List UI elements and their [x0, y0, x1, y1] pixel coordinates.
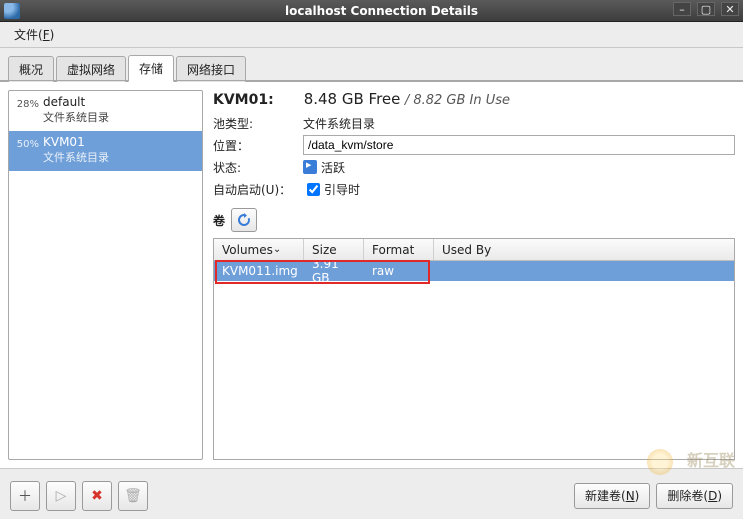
close-button[interactable]: ✕ — [721, 2, 739, 16]
new-volume-button[interactable]: 新建卷(N) — [574, 483, 650, 509]
col-size[interactable]: Size — [304, 239, 364, 260]
pool-list[interactable]: 28% default 文件系统目录 50% KVM01 文件系统目录 — [8, 90, 203, 460]
delete-pool-button[interactable]: 🗑 — [118, 481, 148, 511]
tab-netif[interactable]: 网络接口 — [176, 56, 246, 82]
row-state: 状态: 活跃 — [213, 156, 735, 178]
pool-type: 文件系统目录 — [43, 109, 109, 125]
pool-type: 文件系统目录 — [43, 149, 109, 165]
volume-table: Volumes Size Format Used By KVM011.img 3… — [213, 238, 735, 460]
tabbar: 概况 虚拟网络 存储 网络接口 — [0, 48, 743, 82]
label-autostart: 自动启动(U)： — [213, 181, 303, 198]
tab-vnet-label: 虚拟网络 — [67, 63, 115, 77]
row-location: 位置： — [213, 134, 735, 156]
detail-header: KVM01: 8.48 GB Free / 8.82 GB In Use — [213, 90, 735, 108]
refresh-icon — [236, 212, 252, 228]
pool-item-default[interactable]: 28% default 文件系统目录 — [9, 91, 202, 131]
bottom-right: 新建卷(N) 删除卷(D) — [574, 483, 733, 509]
menubar: 文件(F) — [0, 22, 743, 48]
tab-vnet[interactable]: 虚拟网络 — [56, 56, 126, 82]
label-type: 池类型: — [213, 115, 303, 132]
tab-netif-label: 网络接口 — [187, 63, 235, 77]
tab-storage[interactable]: 存储 — [128, 55, 174, 82]
refresh-button[interactable] — [231, 208, 257, 232]
row-autostart: 自动启动(U)： 引导时 — [213, 178, 735, 200]
app-icon — [4, 3, 20, 19]
input-location[interactable] — [303, 135, 735, 155]
pool-names: default 文件系统目录 — [43, 95, 109, 125]
value-state: 活跃 — [321, 159, 345, 176]
menu-file[interactable]: 文件(F) — [8, 23, 60, 46]
add-pool-button[interactable]: ＋ — [10, 481, 40, 511]
titlebar: localhost Connection Details – ▢ ✕ — [0, 0, 743, 22]
menu-file-mn: F — [43, 28, 50, 42]
new-volume-mn: N — [626, 489, 635, 503]
pool-name: KVM01 — [43, 135, 109, 149]
pool-name: default — [43, 95, 109, 109]
pool-inuse: / 8.82 GB In Use — [405, 93, 510, 108]
content-area: 28% default 文件系统目录 50% KVM01 文件系统目录 KVM0… — [0, 82, 743, 468]
col-usedby[interactable]: Used By — [434, 239, 734, 260]
new-volume-label: 新建卷 — [585, 487, 621, 504]
bottom-toolbar: ＋ ▷ ✖ 🗑 新建卷(N) 删除卷(D) — [0, 468, 743, 519]
delete-volume-button[interactable]: 删除卷(D) — [656, 483, 733, 509]
cell-format: raw — [364, 264, 434, 278]
row-type: 池类型: 文件系统目录 — [213, 112, 735, 134]
tab-overview[interactable]: 概况 — [8, 56, 54, 82]
start-pool-button[interactable]: ▷ — [46, 481, 76, 511]
cell-size: 3.91 GB — [304, 261, 364, 285]
minimize-button[interactable]: – — [673, 2, 691, 16]
maximize-button[interactable]: ▢ — [697, 2, 715, 16]
window-title: localhost Connection Details — [20, 4, 743, 18]
volume-headers: Volumes Size Format Used By — [214, 239, 734, 261]
pool-names: KVM01 文件系统目录 — [43, 135, 109, 165]
tab-storage-label: 存储 — [139, 62, 163, 76]
detail-panel: KVM01: 8.48 GB Free / 8.82 GB In Use 池类型… — [213, 90, 735, 460]
menu-file-label: 文件 — [14, 28, 38, 42]
window-controls: – ▢ ✕ — [673, 2, 739, 16]
running-icon — [303, 160, 317, 174]
checkbox-autostart[interactable] — [307, 183, 320, 196]
delete-volume-mn: D — [708, 489, 717, 503]
volumes-label: 卷 — [213, 212, 225, 229]
volume-rows[interactable]: KVM011.img 3.91 GB raw — [214, 261, 734, 459]
stop-pool-button[interactable]: ✖ — [82, 481, 112, 511]
col-volumes[interactable]: Volumes — [214, 239, 304, 260]
label-state: 状态: — [213, 159, 303, 176]
label-location: 位置： — [213, 137, 303, 154]
delete-volume-label: 删除卷 — [667, 487, 703, 504]
volumes-label-row: 卷 — [213, 208, 735, 232]
pool-pct: 50% — [13, 135, 43, 150]
value-type: 文件系统目录 — [303, 115, 375, 132]
pool-title: KVM01: — [213, 92, 274, 108]
col-format[interactable]: Format — [364, 239, 434, 260]
pool-pct: 28% — [13, 95, 43, 110]
volume-row[interactable]: KVM011.img 3.91 GB raw — [214, 261, 734, 281]
cell-name: KVM011.img — [214, 264, 304, 278]
pool-item-kvm01[interactable]: 50% KVM01 文件系统目录 — [9, 131, 202, 171]
tab-overview-label: 概况 — [19, 63, 43, 77]
value-autostart: 引导时 — [324, 181, 360, 198]
pool-free: 8.48 GB Free — [304, 90, 401, 108]
